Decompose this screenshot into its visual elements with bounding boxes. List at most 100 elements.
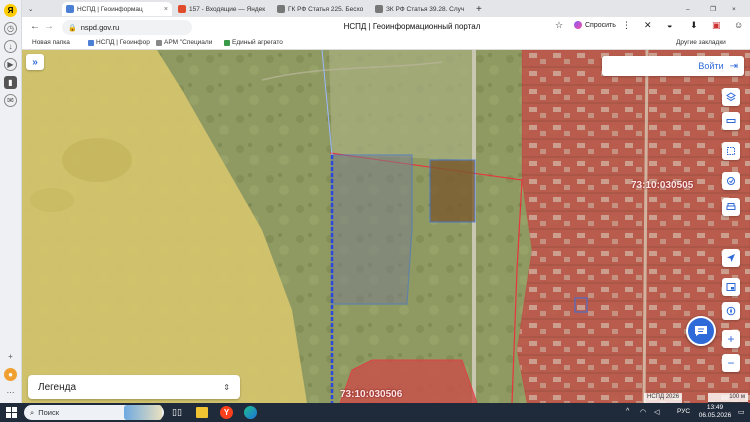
back-icon[interactable]: ← xyxy=(30,21,40,32)
mail-icon[interactable]: ✉ xyxy=(4,94,17,107)
expand-panel-button[interactable]: » xyxy=(26,54,44,70)
tab-strip: ⌄ НСПД | Геоинформац × 157 - Входящие — … xyxy=(22,0,750,17)
parcel-brown[interactable] xyxy=(429,159,476,223)
print-icon xyxy=(726,203,736,210)
windows-start-icon[interactable] xyxy=(6,407,17,418)
ruler-button[interactable] xyxy=(722,112,740,130)
file-explorer-icon[interactable] xyxy=(196,407,208,418)
tab-zk-article[interactable]: ЗК РФ Статья 39.28. Случ xyxy=(371,2,469,16)
download-status-icon[interactable]: ⬇ xyxy=(690,20,698,31)
network-icon[interactable]: ◠ xyxy=(640,408,646,416)
cadastral-label: 73:10:030505 xyxy=(631,180,694,191)
alice-icon xyxy=(574,21,582,29)
consultant-favicon-icon xyxy=(375,5,383,13)
search-icon: ⌕ xyxy=(30,407,35,417)
downloads-icon[interactable]: ↓ xyxy=(4,40,17,53)
arm-favicon-icon xyxy=(156,39,162,46)
tabs-menu-button[interactable]: ⌄ xyxy=(24,2,40,16)
consultant-favicon-icon xyxy=(277,5,285,13)
chat-icon xyxy=(695,326,707,336)
login-button[interactable]: Войти ⇥ xyxy=(602,56,744,76)
bookmark-aggregator[interactable]: Единый агрегато xyxy=(224,39,283,46)
sidebar-settings-icon[interactable]: ⋯ xyxy=(4,386,17,399)
cadastral-label: 73:10:030506 xyxy=(340,389,403,400)
bookmark-folder[interactable]: Новая папка xyxy=(32,39,70,46)
support-chat-button[interactable] xyxy=(686,316,716,346)
mail-favicon-icon xyxy=(178,5,186,13)
reader-icon[interactable]: ◒ xyxy=(667,20,672,30)
zoom-in-button[interactable]: + xyxy=(722,330,740,348)
nspd-favicon-icon xyxy=(88,39,94,46)
forward-icon[interactable]: → xyxy=(44,21,54,32)
geolocation-button[interactable] xyxy=(722,249,740,267)
profile-menu-icon[interactable]: ☺ xyxy=(734,20,743,30)
menu-dots-icon[interactable]: ⋮ xyxy=(622,20,631,31)
select-area-button[interactable] xyxy=(722,142,740,160)
other-bookmarks[interactable]: Другие закладки xyxy=(676,39,726,46)
tab-nspd[interactable]: НСПД | Геоинформац × xyxy=(62,2,172,16)
parcel-blue[interactable] xyxy=(331,154,413,305)
minimap-button[interactable] xyxy=(722,278,740,296)
ruler-icon xyxy=(726,119,736,123)
print-button[interactable] xyxy=(722,198,740,216)
extension-icon[interactable]: ✕ xyxy=(644,20,652,31)
windows-taskbar: ⌕ Поиск ▯▯ Y ^ ◠ ◁ РУС 13:49 06.05.2026 … xyxy=(0,403,750,422)
compass-button[interactable] xyxy=(722,302,740,320)
minimap-icon xyxy=(726,283,736,291)
address-row: ← → 🔒 nspd.gov.ru НСПД | Геоинформационн… xyxy=(22,17,750,38)
language-indicator[interactable]: РУС xyxy=(677,408,690,415)
notifications-icon[interactable]: ▭ xyxy=(738,408,745,416)
browser-side-panel: Я ◷ ↓ ▶ ▮ ✉ + ● ⋯ xyxy=(0,0,22,403)
tray-chevron-icon[interactable]: ^ xyxy=(626,408,629,415)
navigation-arrow-icon xyxy=(727,254,735,262)
bookmarks-bar: Новая папка НСПД | Геоинфор АРМ "Специал… xyxy=(22,38,750,50)
scale-bar: 100 м xyxy=(708,393,748,403)
history-icon[interactable]: ◷ xyxy=(4,22,17,35)
zoom-out-button[interactable]: − xyxy=(722,354,740,372)
yandex-browser-icon[interactable]: Y xyxy=(220,406,233,419)
media-icon[interactable]: ▶ xyxy=(4,58,17,71)
double-chevron-right-icon: » xyxy=(32,56,38,68)
nspd-favicon-icon xyxy=(66,5,74,13)
url-field[interactable]: 🔒 nspd.gov.ru xyxy=(62,20,192,35)
close-tab-icon[interactable]: × xyxy=(164,6,168,13)
login-icon: ⇥ xyxy=(729,60,738,72)
bookmark-nspd[interactable]: НСПД | Геоинфор xyxy=(88,39,150,46)
identify-button[interactable] xyxy=(722,172,740,190)
new-tab-button[interactable]: + xyxy=(472,2,486,16)
youtube-extension-icon[interactable]: ▣ xyxy=(712,20,721,31)
chevron-down-icon: ⌄ xyxy=(28,6,34,13)
layers-button[interactable] xyxy=(722,88,740,106)
lock-icon: 🔒 xyxy=(68,24,77,32)
clock[interactable]: 13:49 06.05.2026 xyxy=(698,404,732,420)
search-highlight-image[interactable] xyxy=(124,405,162,420)
page-title: НСПД | Геоинформационный портал xyxy=(343,22,481,31)
satellite-map[interactable] xyxy=(22,50,750,403)
identify-icon xyxy=(727,177,735,185)
bookmark-arm[interactable]: АРМ "Специали xyxy=(156,39,212,46)
map-viewport[interactable]: 73:10:030505 73:10:030506 » Войти ⇥ + − … xyxy=(22,50,750,403)
plus-icon: + xyxy=(727,332,735,346)
ask-alice-button[interactable]: Спросить xyxy=(574,21,616,29)
minus-icon: − xyxy=(727,356,735,370)
close-window-button[interactable]: × xyxy=(728,2,742,16)
minimize-button[interactable]: – xyxy=(682,2,696,16)
maximize-button[interactable]: ❐ xyxy=(706,2,720,16)
add-panel-icon[interactable]: + xyxy=(4,350,17,363)
bookmark-star-icon[interactable]: ☆ xyxy=(555,20,563,31)
profile-icon[interactable]: ● xyxy=(4,368,17,381)
tab-gk-article[interactable]: ГК РФ Статья 225. Бесхо xyxy=(273,2,369,16)
aggregator-favicon-icon xyxy=(224,39,230,46)
notes-icon[interactable]: ▮ xyxy=(4,76,17,89)
chevron-up-down-icon: ⇕ xyxy=(223,382,230,392)
volume-icon[interactable]: ◁ xyxy=(654,408,659,416)
compass-icon xyxy=(726,306,736,316)
map-attribution: НСПД 2026 xyxy=(644,393,683,403)
legend-dropdown[interactable]: Легенда ⇕ xyxy=(28,375,240,399)
tab-mail[interactable]: 157 - Входящие — Яндек xyxy=(174,2,271,16)
select-area-icon xyxy=(727,147,735,155)
layers-icon xyxy=(726,92,736,102)
yandex-logo-icon[interactable]: Я xyxy=(4,4,17,17)
edge-browser-icon[interactable] xyxy=(244,406,257,419)
task-view-icon[interactable]: ▯▯ xyxy=(172,407,182,418)
